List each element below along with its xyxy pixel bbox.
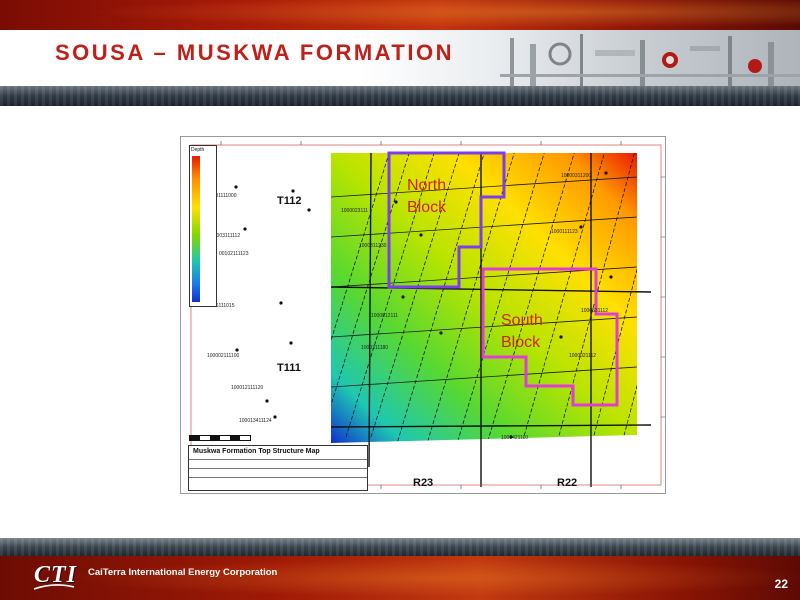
header-top-bar	[0, 0, 800, 30]
depth-legend: Depth	[189, 145, 217, 307]
scale-bar	[189, 435, 251, 441]
legend-colorbar	[192, 156, 200, 302]
range-label-r22: R22	[557, 477, 578, 489]
svg-text:100002111100: 100002111100	[207, 353, 239, 359]
svg-text:1000531112: 1000531112	[581, 308, 608, 314]
north-block-label: North Block	[407, 177, 447, 216]
legend-label: Depth	[191, 147, 205, 153]
map-title-block: Muskwa Formation Top Structure Map	[188, 445, 368, 491]
header-divider	[0, 86, 800, 106]
township-label-t112: T112	[277, 195, 302, 207]
svg-text:1000021112: 1000021112	[569, 353, 596, 359]
south-block-label: South Block	[501, 312, 543, 351]
range-label-r23: R23	[413, 477, 434, 489]
svg-text:1000023111: 1000023111	[341, 208, 368, 214]
logo-swoosh-icon	[34, 584, 74, 590]
township-label-t111: T111	[277, 362, 301, 374]
title-block-row	[189, 468, 367, 477]
svg-text:1000012111: 1000012111	[371, 313, 398, 319]
map-title: Muskwa Formation Top Structure Map	[193, 448, 320, 455]
company-name: CaiTerra International Energy Corporatio…	[88, 567, 278, 578]
svg-text:100012111120: 100012111120	[231, 385, 263, 391]
svg-text:1000311230: 1000311230	[359, 243, 387, 249]
title-block-row	[189, 477, 367, 486]
svg-text:1000111123: 1000111123	[551, 229, 578, 235]
footer-divider	[0, 538, 800, 556]
svg-text:1000421110: 1000421110	[501, 435, 528, 441]
structure-map: 00001111000 10003111112 00102111123 0113…	[180, 136, 666, 494]
svg-text:10000311200: 10000311200	[561, 173, 591, 179]
page-title: SOUSA – MUSKWA FORMATION	[55, 40, 454, 65]
footer-band	[0, 556, 800, 600]
refinery-image	[500, 34, 800, 88]
page-number: 22	[774, 577, 788, 591]
title-block-row	[189, 459, 367, 468]
svg-text:100013411124: 100013411124	[239, 418, 272, 424]
svg-text:00102111123: 00102111123	[219, 251, 249, 257]
svg-text:1000311180: 1000311180	[361, 345, 388, 351]
